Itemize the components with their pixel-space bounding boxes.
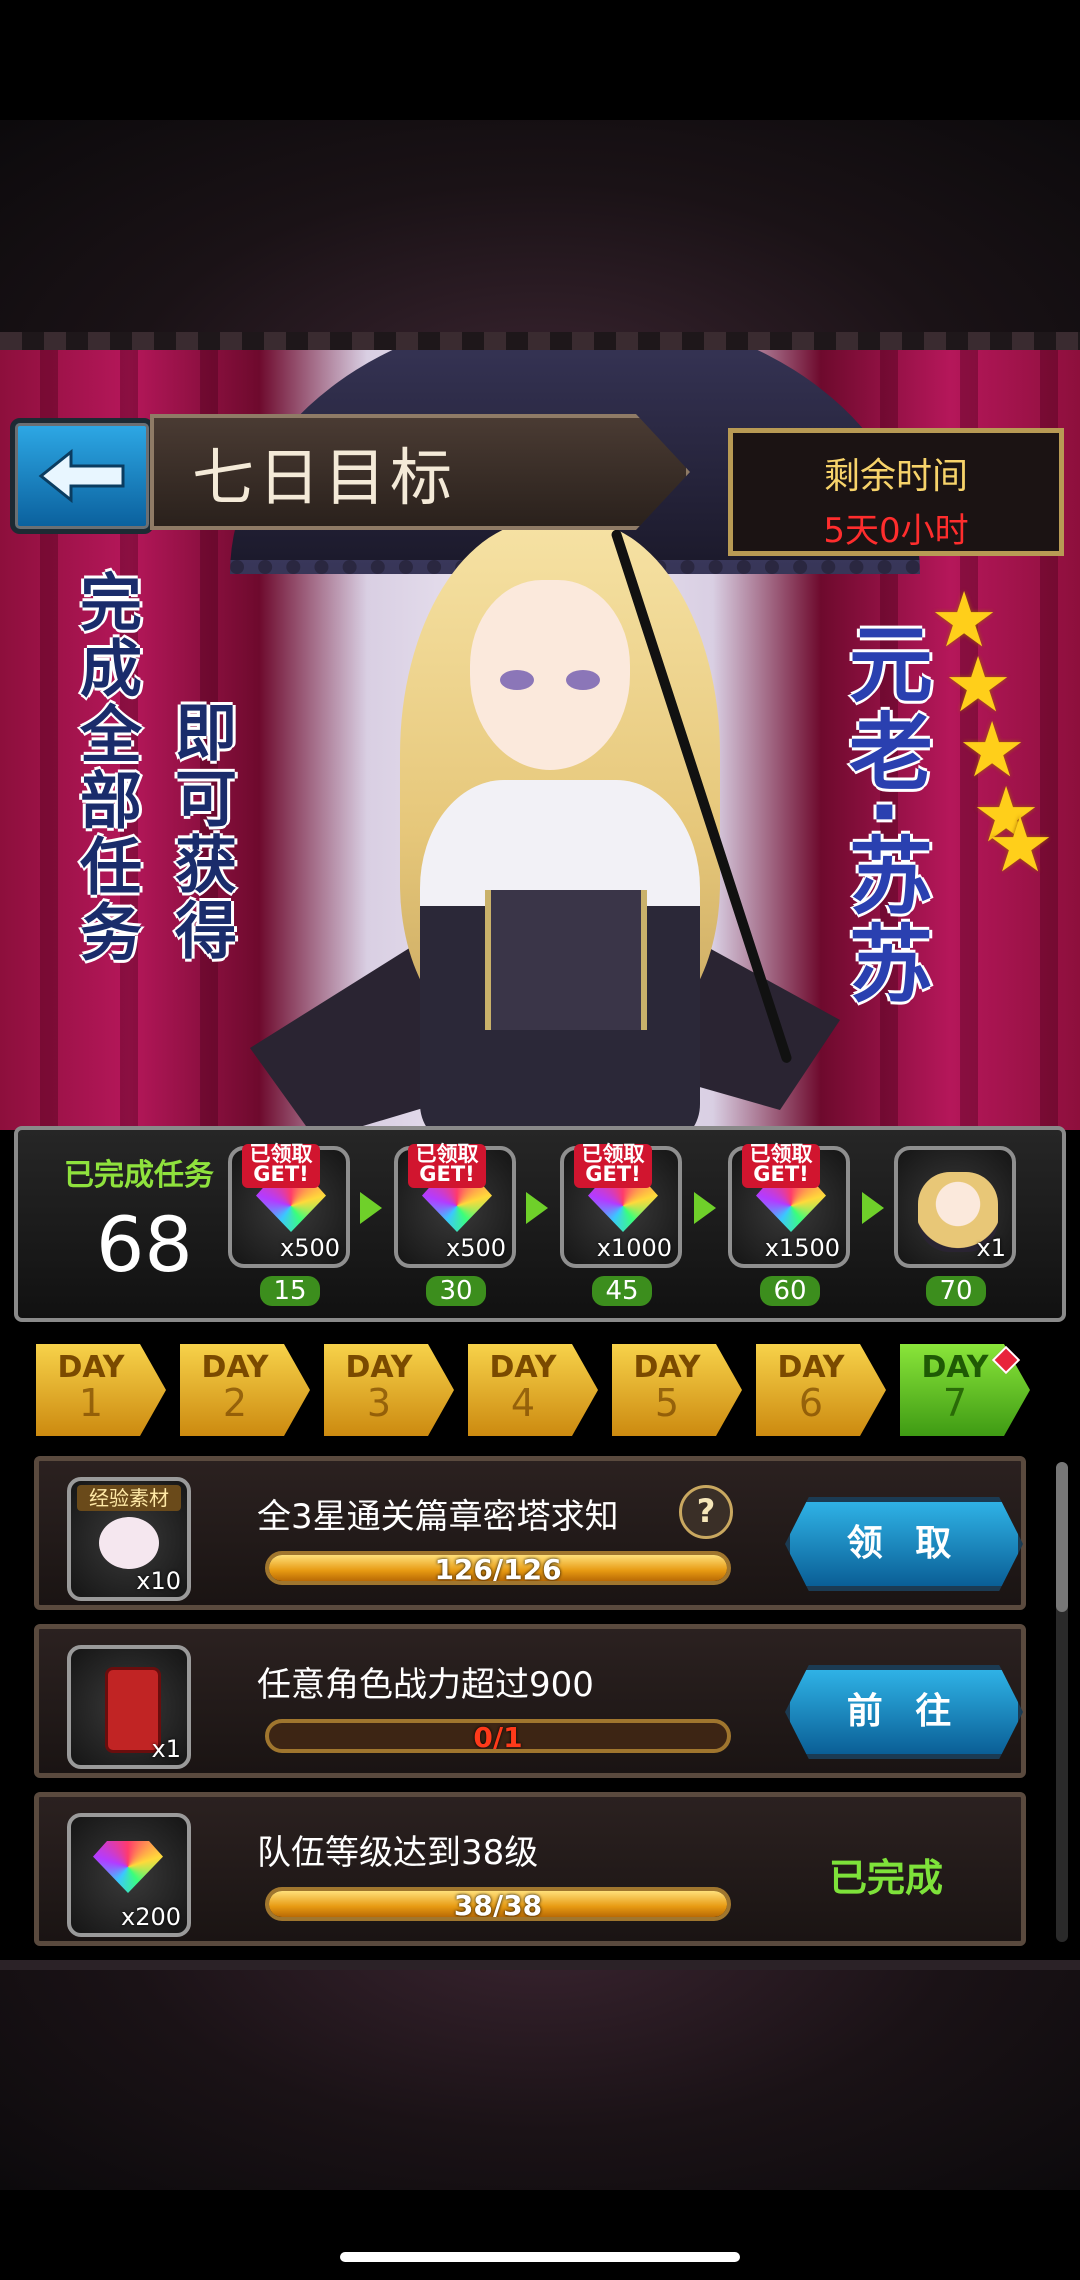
task-title: 任意角色战力超过900 bbox=[257, 1665, 594, 1705]
day-tab-number: 4 bbox=[510, 1381, 536, 1425]
day-tab-label: DAY bbox=[201, 1350, 269, 1385]
day-tab-label: DAY bbox=[633, 1350, 701, 1385]
day-tab-label: DAY bbox=[57, 1350, 125, 1385]
arrow-right-icon bbox=[526, 1192, 548, 1224]
reward-hero-name: 元老·苏苏 bbox=[835, 620, 934, 1008]
reward-quantity: x1 bbox=[976, 1234, 1006, 1262]
character-corset bbox=[485, 890, 647, 1030]
claimed-badge: 已领取 GET! bbox=[408, 1144, 486, 1188]
day-tab-number: 2 bbox=[222, 1381, 248, 1425]
tab-day-6[interactable]: DAY 6 bbox=[756, 1344, 886, 1436]
day-tab-number: 1 bbox=[78, 1381, 104, 1425]
exp-material-item-icon: 经验素材 x10 bbox=[67, 1477, 191, 1601]
completed-tasks-label: 已完成任务 bbox=[64, 1158, 214, 1193]
task-row: x200 队伍等级达到38级 38/38 已完成 bbox=[34, 1792, 1026, 1946]
help-icon[interactable]: ? bbox=[679, 1485, 733, 1539]
day-tab-number: 3 bbox=[366, 1381, 392, 1425]
item-quantity: x10 bbox=[136, 1567, 181, 1595]
bottom-decorative-frame bbox=[0, 1960, 1080, 2190]
remaining-time-box: 剩余时间 5天0小时 bbox=[728, 428, 1064, 556]
day-tab-label: DAY bbox=[489, 1350, 557, 1385]
reward-slot-3[interactable]: 已领取 GET! x1000 bbox=[560, 1144, 682, 1268]
gem-item-icon: x200 bbox=[67, 1813, 191, 1937]
item-quantity: x1 bbox=[151, 1735, 181, 1763]
tab-day-5[interactable]: DAY 5 bbox=[612, 1344, 742, 1436]
scroll-item-icon: x1 bbox=[67, 1645, 191, 1769]
task-progress-bar: 38/38 bbox=[265, 1887, 731, 1921]
reward-quantity: x1500 bbox=[764, 1234, 840, 1262]
milestone-count: 60 bbox=[760, 1276, 820, 1306]
day-tab-label: DAY bbox=[345, 1350, 413, 1385]
back-arrow-icon bbox=[38, 448, 125, 504]
day-tab-number: 5 bbox=[654, 1381, 680, 1425]
claimed-badge: 已领取 GET! bbox=[242, 1144, 320, 1188]
task-row: x1 任意角色战力超过900 0/1 前 往 bbox=[34, 1624, 1026, 1778]
rainbow-gem-icon bbox=[93, 1841, 163, 1893]
completed-tasks-count: 68 bbox=[96, 1200, 193, 1289]
remaining-time-value: 5天0小时 bbox=[823, 511, 969, 551]
reward-slot-4[interactable]: 已领取 GET! x1500 bbox=[728, 1144, 850, 1268]
claimed-badge: 已领取 GET! bbox=[742, 1144, 820, 1188]
page-title: 七日目标 bbox=[192, 441, 457, 514]
task-row: 经验素材 x10 全3星通关篇章密塔求知 ? 126/126 领 取 bbox=[34, 1456, 1026, 1610]
day-tab-label: DAY bbox=[777, 1350, 845, 1385]
tab-day-2[interactable]: DAY 2 bbox=[180, 1344, 310, 1436]
scrollbar-thumb[interactable] bbox=[1056, 1462, 1068, 1612]
arrow-right-icon bbox=[862, 1192, 884, 1224]
reward-slot-2[interactable]: 已领取 GET! x500 bbox=[394, 1144, 516, 1268]
item-quantity: x200 bbox=[120, 1903, 181, 1931]
reward-quantity: x500 bbox=[445, 1234, 506, 1262]
reward-quantity: x1000 bbox=[596, 1234, 672, 1262]
reward-quantity: x500 bbox=[279, 1234, 340, 1262]
arrow-right-icon bbox=[694, 1192, 716, 1224]
task-progress-bar: 0/1 bbox=[265, 1719, 731, 1753]
promo-text-obtain: 即可获得 bbox=[164, 700, 237, 964]
task-completed-status: 已完成 bbox=[829, 1856, 944, 1900]
claim-button[interactable]: 领 取 bbox=[785, 1497, 1023, 1591]
character-eye bbox=[566, 670, 600, 690]
task-progress-text: 0/1 bbox=[473, 1721, 523, 1753]
star-icon: ★ bbox=[986, 800, 1055, 889]
promo-text-complete-all: 完成全部任务 bbox=[69, 570, 142, 966]
day-tab-number: 6 bbox=[798, 1381, 824, 1425]
milestone-count: 45 bbox=[592, 1276, 652, 1306]
exp-blob-icon bbox=[99, 1517, 159, 1569]
item-label: 经验素材 bbox=[77, 1485, 181, 1511]
claimed-badge: 已领取 GET! bbox=[574, 1144, 652, 1188]
character-eye bbox=[500, 670, 534, 690]
reward-slot-1[interactable]: 已领取 GET! x500 bbox=[228, 1144, 350, 1268]
task-title: 全3星通关篇章密塔求知 bbox=[257, 1497, 619, 1537]
back-button[interactable] bbox=[10, 418, 154, 534]
milestone-count: 70 bbox=[926, 1276, 986, 1306]
milestone-count: 15 bbox=[260, 1276, 320, 1306]
day-tab-number: 7 bbox=[942, 1381, 968, 1425]
character-face bbox=[470, 580, 630, 770]
tab-day-4[interactable]: DAY 4 bbox=[468, 1344, 598, 1436]
tab-day-1[interactable]: DAY 1 bbox=[36, 1344, 166, 1436]
task-progress-text: 126/126 bbox=[434, 1553, 562, 1585]
task-title: 队伍等级达到38级 bbox=[257, 1833, 539, 1873]
go-button[interactable]: 前 往 bbox=[785, 1665, 1023, 1759]
home-indicator[interactable] bbox=[340, 2252, 740, 2262]
top-decorative-frame bbox=[0, 120, 1080, 360]
milestone-count: 30 bbox=[426, 1276, 486, 1306]
reward-slot-5[interactable]: x1 bbox=[894, 1146, 1016, 1268]
remaining-time-label: 剩余时间 bbox=[823, 456, 968, 497]
task-progress-bar: 126/126 bbox=[265, 1551, 731, 1585]
task-progress-text: 38/38 bbox=[453, 1889, 543, 1921]
arrow-right-icon bbox=[360, 1192, 382, 1224]
title-bar: 七日目标 bbox=[150, 414, 690, 530]
tab-day-3[interactable]: DAY 3 bbox=[324, 1344, 454, 1436]
